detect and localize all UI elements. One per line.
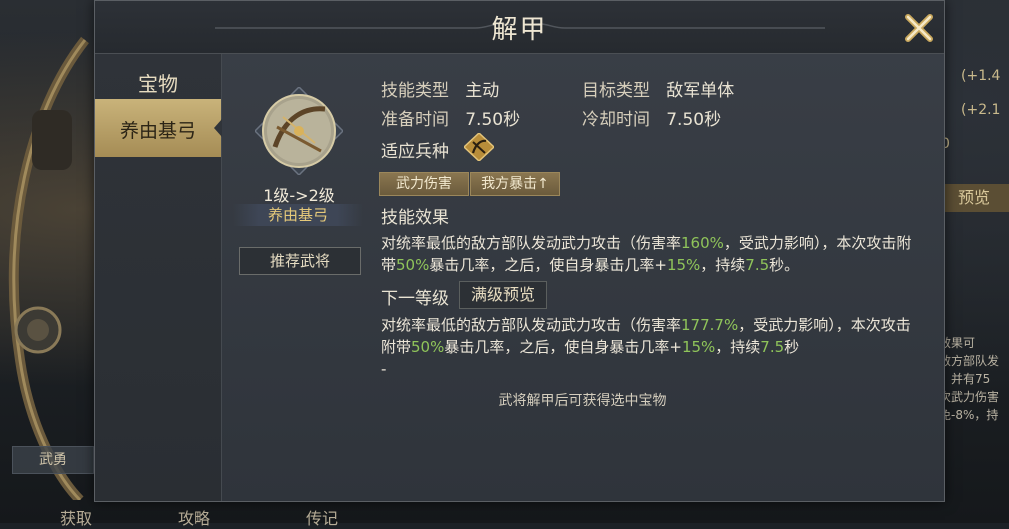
close-icon[interactable] [902, 11, 936, 45]
bg-snippet: 次武力伤害 [939, 390, 1000, 404]
tab-obtain[interactable]: 获取 [60, 505, 92, 529]
sidebar: 宝物 养由基弓 [95, 54, 222, 501]
max-level-preview-button[interactable]: 满级预览 [459, 281, 547, 309]
bg-value: (+1.4 [961, 68, 1001, 84]
bg-snippet: 免-8%，持 [939, 408, 999, 422]
recommend-general-button[interactable]: 推荐武将 [239, 247, 361, 275]
skill-tag: 我方暴击↑ [470, 172, 560, 196]
cooldown-value: 7.50秒 [666, 110, 722, 130]
prep-time-label: 准备时间 [381, 110, 449, 130]
bg-value: (+2.1 [961, 102, 1001, 118]
skill-type-label: 技能类型 [381, 81, 449, 101]
cooldown-row: 冷却时间 7.50秒 [582, 105, 721, 130]
title-bar: 解甲 [95, 1, 944, 54]
background-stats: (+1.4 (+2.1 0 预览 效果可 敌方部队发 ，并有75 次武力伤害 免… [939, 60, 1009, 440]
footnote: 武将解甲后可获得选中宝物 [498, 393, 667, 409]
bow-decoration [8, 36, 89, 500]
skill-effect-text: 对统率最低的敌方部队发动武力攻击（伤害率160%，受武力影响），本次攻击附带50… [381, 234, 912, 274]
skill-tag: 武力伤害 [379, 172, 469, 196]
next-level-effect-text: 对统率最低的敌方部队发动武力攻击（伤害率177.7%，受武力影响），本次攻击附带… [381, 316, 911, 378]
prep-time-value: 7.50秒 [465, 110, 521, 130]
tab-biography[interactable]: 传记 [306, 505, 338, 529]
archer-troop-icon [464, 133, 494, 161]
tab-guide[interactable]: 攻略 [178, 505, 210, 529]
bottom-tabs: 获取 攻略 传记 [0, 501, 1009, 528]
sidebar-header[interactable]: 宝物 [95, 68, 221, 97]
skill-type-row: 技能类型 主动 [381, 76, 499, 101]
bg-snippet: ，并有75 [939, 372, 991, 386]
bow-icon[interactable] [255, 87, 343, 175]
next-level-label: 下一等级 [381, 289, 449, 309]
target-type-label: 目标类型 [582, 81, 650, 101]
level-change: 1级->2级 [263, 186, 335, 205]
target-type-value: 敌军单体 [666, 81, 735, 101]
prep-time-row: 准备时间 7.50秒 [381, 105, 520, 130]
dialog-title: 解甲 [491, 15, 548, 45]
wuyong-label: 武勇 [12, 446, 94, 474]
unequip-dialog: 解甲 宝物 养由基弓 1级->2级 养由基弓 推荐武将 技能类型 主动 目标类型… [94, 0, 945, 502]
treasure-name: 养由基弓 [233, 204, 363, 226]
sidebar-item-treasure[interactable]: 养由基弓 [95, 99, 222, 157]
skill-type-value: 主动 [465, 81, 500, 101]
preview-button[interactable]: 预览 [939, 184, 1009, 212]
effect-label: 技能效果 [381, 208, 449, 228]
target-type-row: 目标类型 敌军单体 [582, 76, 734, 101]
bg-snippet: 敌方部队发 [939, 354, 1000, 368]
sidebar-item-label: 养由基弓 [119, 120, 196, 142]
troop-label: 适应兵种 [381, 142, 449, 162]
cooldown-label: 冷却时间 [582, 110, 650, 130]
